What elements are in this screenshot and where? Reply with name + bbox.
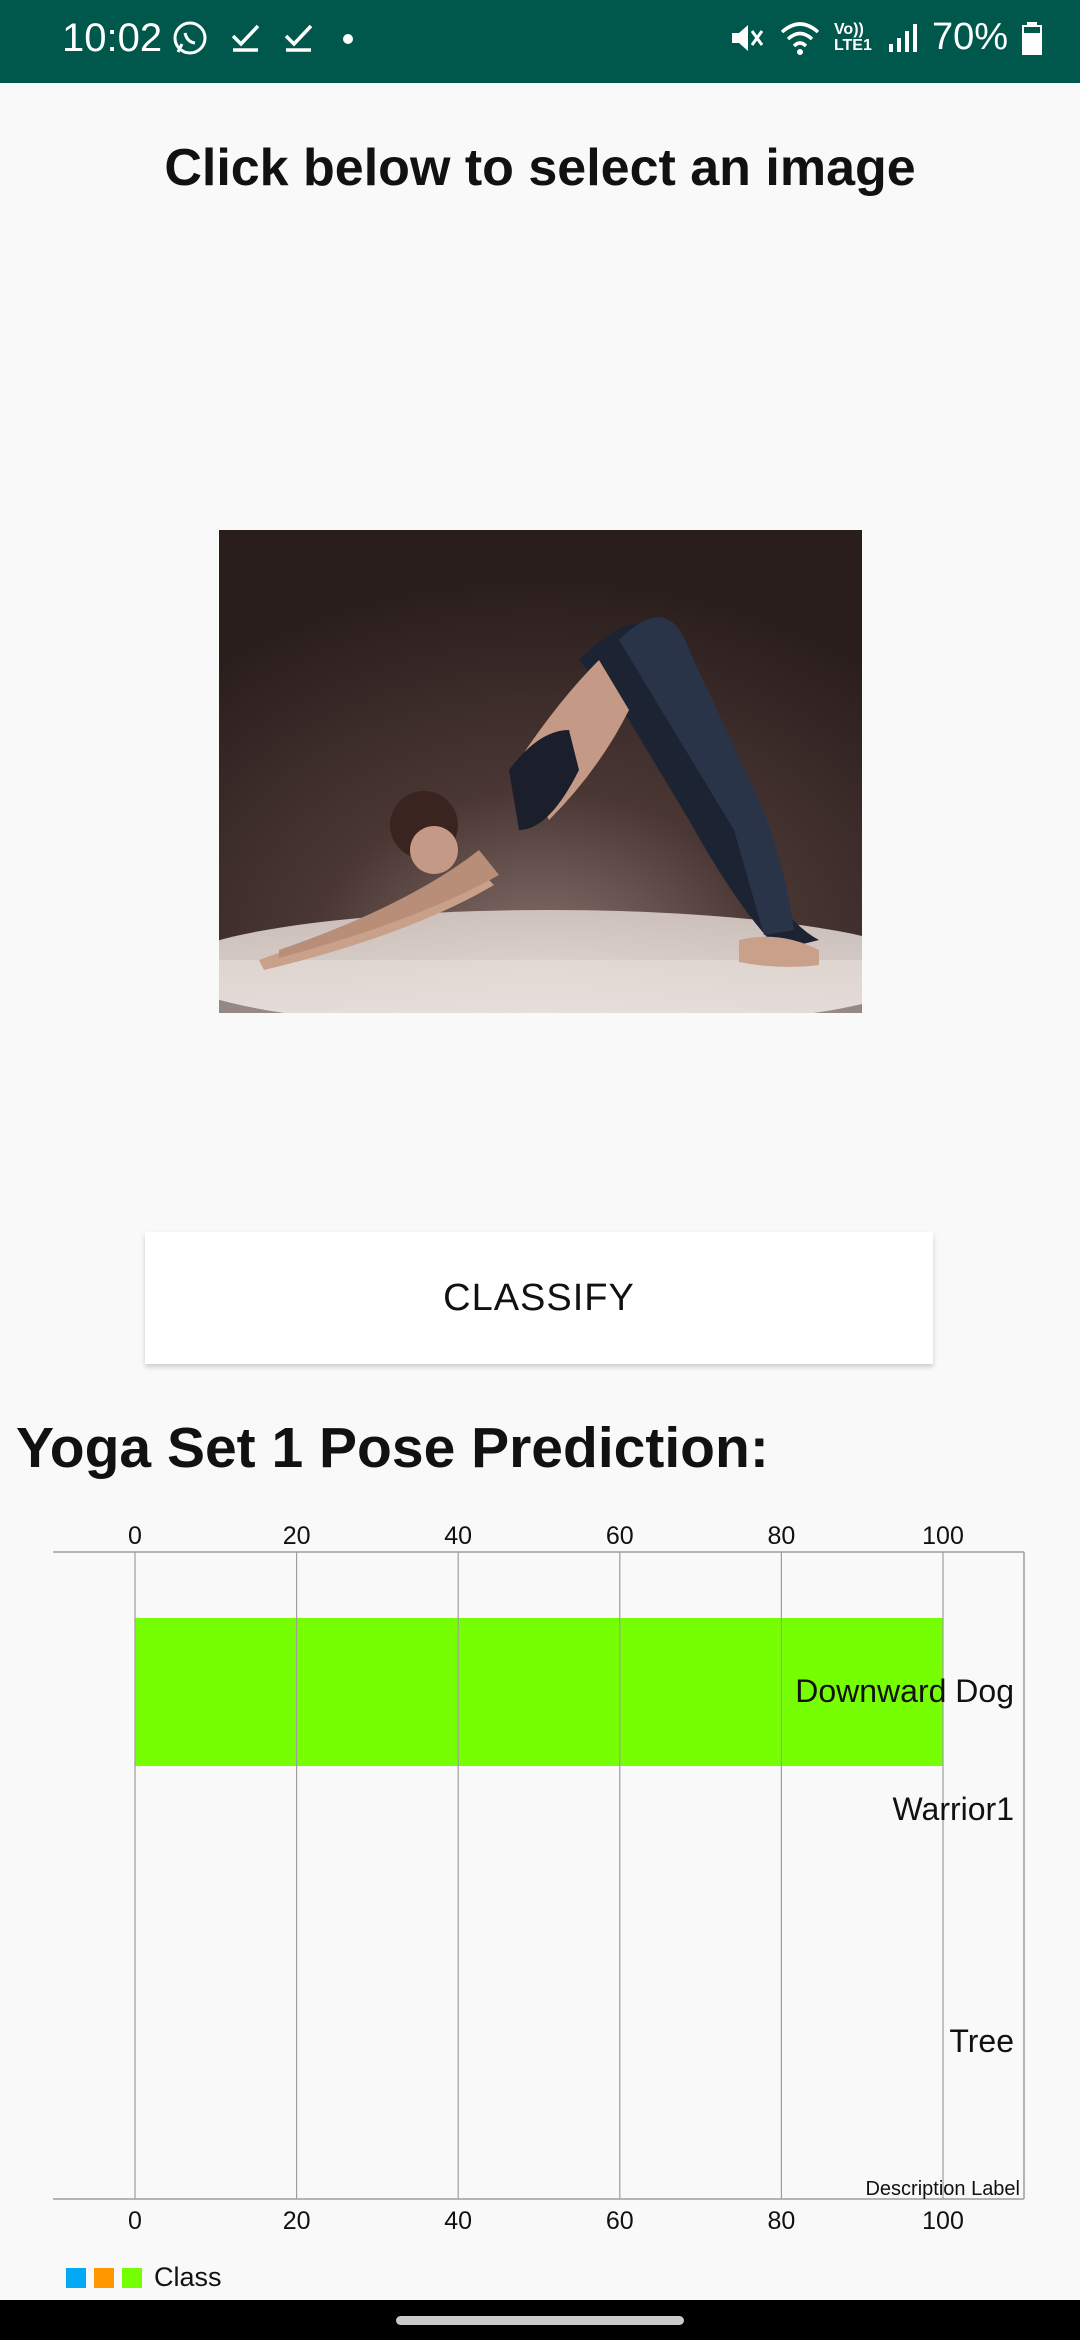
prediction-chart: 0 0 20 20 40 40 60 60 80 80 100 100 Downward Dog Warr… [0, 1500, 1080, 2260]
category-label: Warrior1 [893, 1791, 1014, 1827]
x-tick-label-bottom: 80 [767, 2207, 795, 2235]
network-label: Vo)) LTE1 [833, 20, 872, 54]
whatsapp-icon [173, 21, 207, 55]
x-tick-label-top: 0 [128, 1522, 142, 1550]
chart-legend: Class [66, 2262, 222, 2293]
category-label: Downward Dog [795, 1673, 1014, 1709]
check-icon [284, 24, 313, 52]
battery-percent: 70% [931, 16, 1008, 58]
classify-button[interactable]: CLASSIFY [145, 1232, 933, 1364]
dot-icon [343, 34, 354, 44]
page-title: Click below to select an image [164, 139, 916, 197]
yoga-photo-image[interactable] [219, 530, 862, 1013]
category-label: Tree [949, 2023, 1014, 2059]
legend-swatch-blue [66, 2267, 86, 2288]
x-tick-label-top: 20 [283, 1522, 311, 1550]
x-tick-label-bottom: 100 [922, 2207, 964, 2235]
x-tick-label-top: 60 [606, 1522, 634, 1550]
x-tick-label-top: 40 [444, 1522, 472, 1550]
status-bar: 10:02 Vo)) LTE1 70% [0, 0, 1080, 83]
mute-icon [731, 24, 764, 51]
description-label: Description Label [865, 2178, 1020, 2200]
legend-label: Class [154, 2262, 222, 2292]
x-tick-label-bottom: 0 [128, 2207, 142, 2235]
x-tick-label-bottom: 20 [283, 2207, 311, 2235]
status-right: Vo)) LTE1 70% [726, 16, 1044, 59]
prediction-heading: Yoga Set 1 Pose Prediction: [16, 1416, 769, 1480]
legend-swatch-orange [94, 2267, 114, 2288]
legend-swatch-green [122, 2267, 142, 2288]
notification-icons [170, 18, 363, 58]
x-tick-label-bottom: 40 [444, 2207, 472, 2235]
x-tick-label-bottom: 60 [606, 2207, 634, 2235]
x-tick-label-top: 80 [767, 1522, 795, 1550]
yoga-photo [219, 530, 862, 1013]
status-time: 10:02 [62, 16, 163, 60]
x-tick-label-top: 100 [922, 1522, 964, 1550]
check-icon [232, 24, 260, 52]
home-handle[interactable] [396, 2316, 684, 2325]
bar-chart-svg: 0 0 20 20 40 40 60 60 80 80 100 100 Downward Dog Warr… [53, 1522, 1025, 2235]
signal-icon [888, 23, 917, 52]
battery-icon [1022, 21, 1042, 55]
wifi-icon [780, 21, 820, 55]
